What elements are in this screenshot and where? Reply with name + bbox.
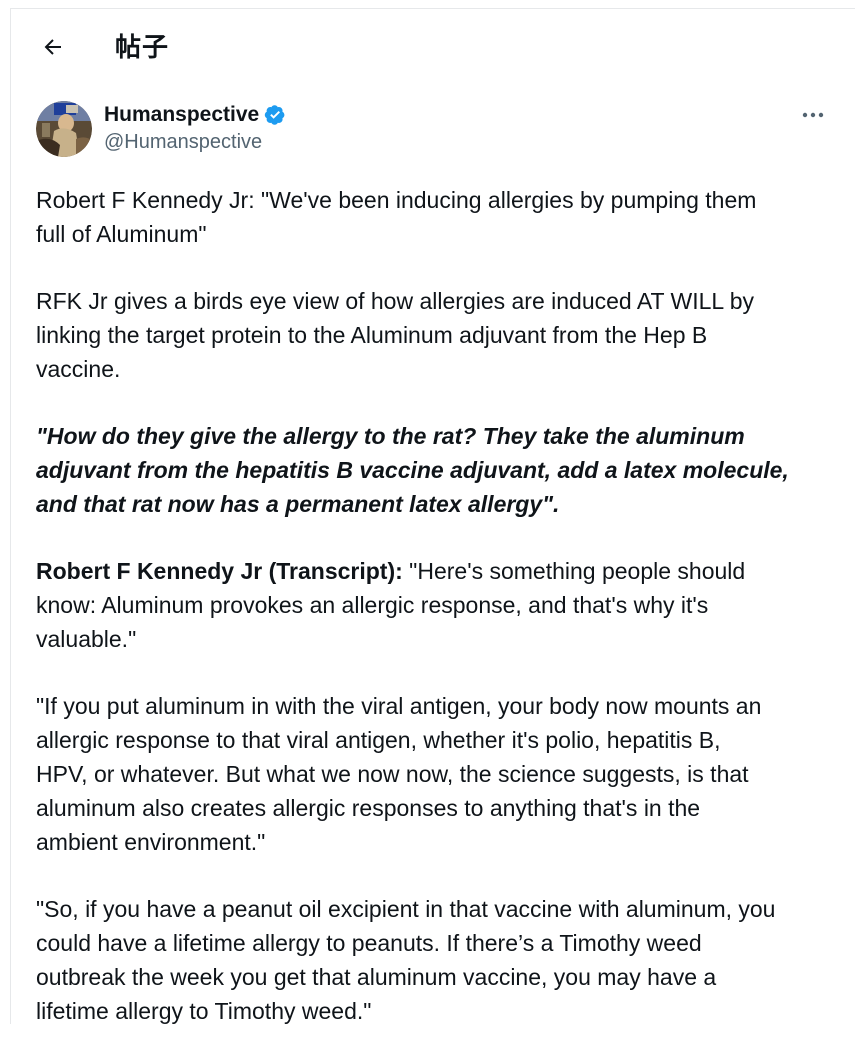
page-title: 帖子 (115, 33, 170, 63)
tweet-paragraph-4: Robert F Kennedy Jr (Transcript): "Here'… (36, 554, 836, 656)
arrow-left-icon (41, 35, 65, 64)
verified-badge-icon (264, 104, 286, 126)
author-info: Humanspective @Humanspective (104, 101, 286, 154)
more-horizontal-icon (801, 106, 825, 124)
tweet-paragraph-6: "So, if you have a peanut oil excipient … (36, 896, 776, 1024)
display-name[interactable]: Humanspective (104, 103, 259, 127)
tweet-paragraph-2: RFK Jr gives a birds eye view of how all… (36, 288, 755, 382)
tweet-text: Robert F Kennedy Jr: "We've been inducin… (36, 183, 836, 1061)
post-view: 帖子 Humanspective @Humanspective Robert F… (10, 8, 855, 1024)
tweet-quote: "How do they give the allergy to the rat… (36, 423, 789, 517)
transcript-speaker: Robert F Kennedy Jr (Transcript): (36, 558, 403, 584)
display-name-row: Humanspective (104, 101, 286, 129)
avatar[interactable] (36, 101, 92, 157)
tweet-paragraph-5: "If you put aluminum in with the viral a… (36, 693, 762, 855)
back-button[interactable] (35, 31, 71, 67)
tweet-paragraph-1: Robert F Kennedy Jr: "We've been inducin… (36, 187, 757, 247)
more-options-button[interactable] (799, 105, 827, 125)
post-header: 帖子 (11, 9, 855, 85)
user-handle[interactable]: @Humanspective (104, 131, 286, 154)
